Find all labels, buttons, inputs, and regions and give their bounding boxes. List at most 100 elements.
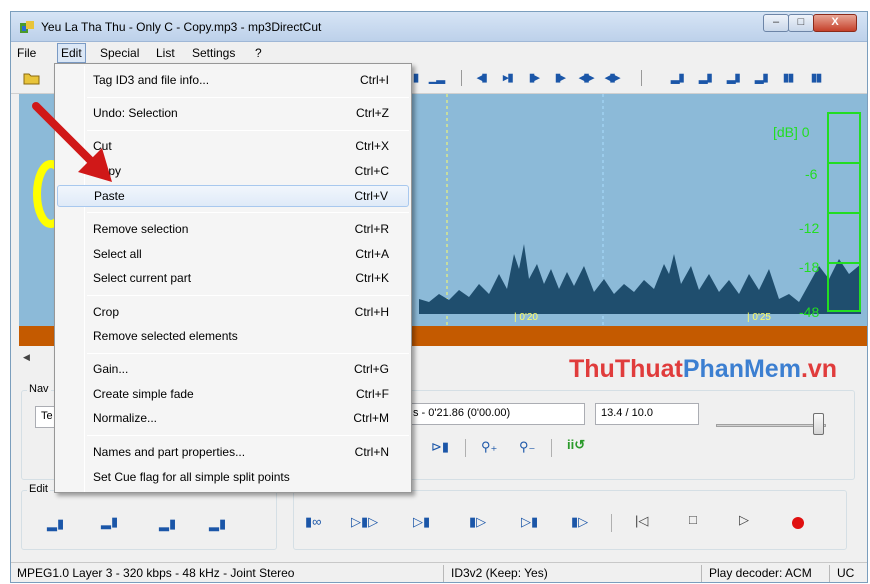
menu-item-label: Tag ID3 and file info... (93, 73, 210, 87)
separator (465, 439, 466, 457)
menu-item-shortcut: Ctrl+V (354, 189, 388, 203)
cue-right-icon[interactable]: ▸▮ (503, 71, 514, 84)
volume-slider-thumb[interactable] (813, 413, 824, 435)
status-divider (701, 565, 702, 582)
time-marker-label: | 0'25 (747, 312, 771, 323)
watermark: ThuThuatPhanMem.vn (569, 355, 837, 384)
red-arrow-annotation (32, 102, 112, 182)
edit-copy-icon[interactable]: ▂▮ (101, 514, 118, 530)
menu-item-shortcut: Ctrl+M (353, 411, 389, 425)
menu-item-set-cue-flag[interactable]: Set Cue flag for all simple split points (57, 467, 409, 489)
menu-settings[interactable]: Settings (192, 46, 235, 60)
time-field[interactable]: s - 0'21.86 (0'00.00) (407, 403, 585, 425)
level-icon[interactable]: ▁▂ (429, 71, 445, 84)
rewind-icon[interactable]: |◁ (635, 513, 648, 529)
maximize-button[interactable]: □ (788, 14, 814, 32)
zoom-out-icon[interactable]: ⚲₋ (519, 439, 535, 455)
play-part-icon[interactable]: ▮▷ (571, 514, 588, 530)
menu-item-shortcut: Ctrl+Z (356, 106, 389, 120)
play-end-icon[interactable]: ▷▮ (521, 514, 538, 530)
marker-icon[interactable]: ▮ (413, 71, 419, 84)
menu-separator (87, 97, 409, 98)
menu-separator (87, 295, 409, 296)
toolbar-separator (641, 70, 642, 86)
edit-remove-icon[interactable]: ▂▮ (209, 516, 226, 532)
play-icon[interactable]: ▷ (739, 512, 749, 528)
menu-item-label: Create simple fade (93, 387, 194, 401)
edit-tool-4-icon[interactable]: ▂▮ (755, 71, 768, 84)
open-folder-icon[interactable] (23, 71, 41, 85)
split-all-icon[interactable]: ◂▮▸ (605, 71, 620, 84)
menu-item-shortcut: Ctrl+I (359, 73, 389, 87)
volume-slider-track[interactable] (716, 424, 826, 427)
cue-left-icon[interactable]: ◂▮ (477, 71, 488, 84)
menu-item-select-current-part[interactable]: Select current part Ctrl+K (57, 268, 409, 290)
menu-item-gain[interactable]: Gain... Ctrl+G (57, 359, 409, 381)
split-start-icon[interactable]: ▮▸ (529, 71, 540, 84)
marker-loop-icon[interactable]: ii↺ (567, 437, 585, 453)
edit-tool-1-icon[interactable]: ▂▮ (671, 71, 684, 84)
play-from-cut-icon[interactable]: ▮▷ (469, 514, 486, 530)
edit-tool-2-icon[interactable]: ▂▮ (699, 71, 712, 84)
separator (551, 439, 552, 457)
menu-item-shortcut: Ctrl+R (354, 222, 389, 236)
menu-item-label: Remove selection (93, 222, 189, 236)
menu-item-label: Remove selected elements (93, 329, 238, 343)
close-button[interactable]: X (813, 14, 857, 32)
edit-cut-icon[interactable]: ▂▮ (47, 516, 64, 532)
menu-item-label: Names and part properties... (93, 445, 246, 459)
play-loop-icon[interactable]: ▮∞ (305, 514, 321, 530)
edit-tool-6-icon[interactable]: ▮▮ (811, 71, 822, 84)
scroll-left-icon[interactable]: ◀ (23, 352, 30, 363)
menu-item-crop[interactable]: Crop Ctrl+H (57, 302, 409, 324)
stop-icon[interactable]: □ (689, 512, 697, 527)
menu-item-tag-id3[interactable]: Tag ID3 and file info... Ctrl+I (57, 70, 409, 92)
menu-separator (87, 212, 409, 213)
menu-special[interactable]: Special (100, 46, 139, 60)
menu-item-shortcut: Ctrl+N (354, 445, 389, 459)
menu-item-normalize[interactable]: Normalize... Ctrl+M (57, 408, 409, 430)
split-next-icon[interactable]: ▮▸ (555, 71, 566, 84)
nav-group-label: Nav (27, 383, 51, 395)
app-icon (20, 21, 34, 33)
ratio-field[interactable]: 13.4 / 10.0 (595, 403, 699, 425)
play-selection-icon[interactable]: ▷▮▷ (351, 514, 378, 530)
record-icon[interactable] (791, 516, 805, 530)
watermark-part: ThuThuat (569, 355, 683, 383)
edit-group-label: Edit (27, 483, 50, 495)
menu-edit[interactable]: Edit (57, 43, 86, 63)
status-bar: MPEG1.0 Layer 3 - 320 kbps - 48 kHz - Jo… (11, 562, 867, 582)
menu-bar: File Edit Special List Settings ? (11, 43, 867, 63)
edit-paste-icon[interactable]: ▂▮ (159, 516, 176, 532)
menu-item-shortcut: Ctrl+F (356, 387, 389, 401)
minimize-button[interactable]: – (763, 14, 789, 32)
menu-item-names-part-properties[interactable]: Names and part properties... Ctrl+N (57, 442, 409, 464)
menu-item-shortcut: Ctrl+A (355, 247, 389, 261)
menu-item-remove-selected-elements[interactable]: Remove selected elements (57, 326, 409, 348)
menu-item-label: Select all (93, 247, 142, 261)
status-divider (829, 565, 830, 582)
status-decoder: Play decoder: ACM (709, 566, 812, 580)
zoom-in-icon[interactable]: ⚲₊ (481, 439, 497, 455)
menu-item-label: Normalize... (93, 411, 158, 425)
title-bar: Yeu La Tha Thu - Only C - Copy.mp3 - mp3… (11, 12, 867, 42)
level-meter (827, 112, 861, 312)
menu-item-remove-selection[interactable]: Remove selection Ctrl+R (57, 219, 409, 241)
split-both-icon[interactable]: ◂▮▸ (579, 71, 594, 84)
menu-list[interactable]: List (156, 46, 175, 60)
status-format: MPEG1.0 Layer 3 - 320 kbps - 48 kHz - Jo… (17, 566, 295, 580)
status-id3: ID3v2 (Keep: Yes) (451, 566, 548, 580)
menu-help[interactable]: ? (255, 46, 262, 60)
time-marker-label: | 0'20 (514, 312, 538, 323)
play-to-cut-icon[interactable]: ▷▮ (413, 514, 430, 530)
skip-end-icon[interactable]: ⊳▮ (431, 439, 449, 455)
menu-item-select-all[interactable]: Select all Ctrl+A (57, 244, 409, 266)
edit-tool-3-icon[interactable]: ▂▮ (727, 71, 740, 84)
window-title: Yeu La Tha Thu - Only C - Copy.mp3 - mp3… (41, 20, 322, 34)
menu-item-shortcut: Ctrl+X (355, 139, 389, 153)
menu-item-create-simple-fade[interactable]: Create simple fade Ctrl+F (57, 384, 409, 406)
edit-tool-5-icon[interactable]: ▮▮ (783, 71, 794, 84)
meter-tick (829, 212, 859, 214)
menu-file[interactable]: File (17, 46, 36, 60)
menu-item-shortcut: Ctrl+H (354, 305, 389, 319)
